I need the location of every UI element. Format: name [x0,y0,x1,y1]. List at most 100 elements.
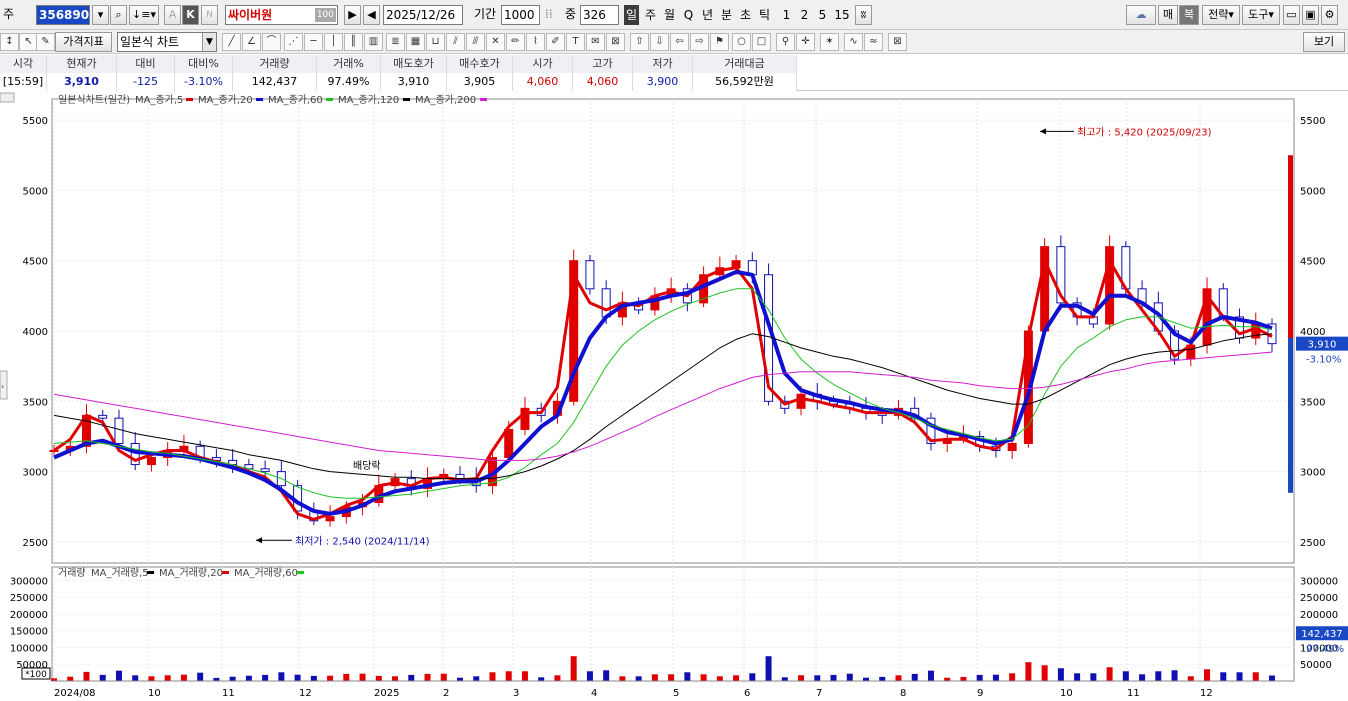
wave-a-icon[interactable]: ∿ [844,33,863,51]
quote-value-8: 4,060 [513,73,573,91]
candle-body [585,260,595,290]
period-year[interactable]: 년 [700,5,715,25]
period-1[interactable]: 1 [779,5,794,25]
price-indicator-button[interactable]: 가격지표 [55,32,112,52]
edit-icon[interactable]: ✎ [36,33,55,51]
grid-tool-icon[interactable]: ▥ [364,33,383,51]
up-down-arrow-icon[interactable]: ↕ [0,33,19,51]
a-button[interactable]: A [164,5,181,25]
arrow-down-icon[interactable]: ⇩ [650,33,669,51]
x-axis-label: 11 [222,688,235,699]
stock-name-field[interactable]: 싸이버원 100 [225,5,338,25]
memo-icon[interactable]: ✉ [586,33,605,51]
marker-icon[interactable]: ✐ [546,33,565,51]
volume-tick-label-right: 300000 [1300,576,1338,587]
period-month[interactable]: 월 [662,5,677,25]
settings-icon[interactable]: ⚙ [1321,5,1338,25]
sort-button[interactable]: ↓≡▾ [129,5,159,25]
period-input[interactable]: 1000 [501,5,540,25]
wave-icon[interactable]: ʬ [855,5,872,25]
line-tool-icon[interactable]: ╱ [222,33,241,51]
period-5[interactable]: 5 [815,5,830,25]
brush-icon[interactable]: ⌇ [526,33,545,51]
circle-tool-icon[interactable]: ○ [732,33,751,51]
parallel-tool-icon[interactable]: ⫻ [466,33,485,51]
volume-bar [1171,670,1178,681]
vlines-tool-icon[interactable]: ║ [344,33,363,51]
k-button[interactable]: K [182,5,199,25]
next-arrow-icon[interactable]: ▶ [344,5,361,25]
quote-value-10: 3,900 [633,73,693,91]
single-button[interactable]: 매 [1158,5,1178,25]
period-day[interactable]: 일 [624,5,639,25]
quote-header-4: 거래량 [233,55,317,73]
n-button[interactable]: N [201,5,218,25]
quote-value-9: 4,060 [573,73,633,91]
magic-icon[interactable]: ✶ [820,33,839,51]
price-chart[interactable]: 5500 55005000 50004500 45004000 40003500 3500… [0,91,1348,701]
gann-tool-icon[interactable]: ✕ [486,33,505,51]
volume-bar [538,677,545,681]
angle-tool-icon[interactable]: ∠ [242,33,261,51]
crosshair-icon[interactable]: ✛ [796,33,815,51]
quote-header-10: 저가 [633,55,693,73]
multi-button[interactable]: 복 [1179,5,1199,25]
trend-tool-icon[interactable]: ⫽ [446,33,465,51]
wave-b-icon[interactable]: ≈ [864,33,883,51]
folder-icon[interactable]: ▭ [1283,5,1300,25]
view-button[interactable]: 보기 [1303,32,1345,52]
period-week[interactable]: 주 [643,5,658,25]
volume-tick-label-right: 50000 [1300,660,1332,671]
candle-body [1007,442,1017,452]
period-2[interactable]: 2 [797,5,812,25]
rect-tool-icon[interactable]: □ [752,33,771,51]
quote-header-3: 대비% [175,55,233,73]
text-tool-icon[interactable]: T [566,33,585,51]
volume-bar [1236,672,1243,681]
hline-tool-icon[interactable]: ─ [304,33,323,51]
x-axis-label: 9 [977,688,983,699]
price-tick-label-left: 2500 [23,538,48,549]
cloud-icon[interactable]: ☁ [1126,5,1156,25]
period-second[interactable]: 초 [738,5,753,25]
fan-tool-icon[interactable]: ⋰ [284,33,303,51]
count-input[interactable]: 326 [580,5,619,25]
price-tick-label-right: 5000 [1300,186,1325,197]
code-dropdown-button[interactable]: ▾ [92,5,109,25]
volume-bar [473,676,480,681]
chart-type-select[interactable]: 일본식 차트 ▼ [117,32,217,52]
close-tools-icon[interactable]: ⊠ [888,33,907,51]
pencil-icon[interactable]: ✏ [506,33,525,51]
volume-bar [375,675,382,681]
market-type-label: 주 [3,7,15,21]
volume-bar [164,675,171,681]
save-icon[interactable]: ▣ [1302,5,1319,25]
delete-tool-icon[interactable]: ⊠ [606,33,625,51]
stock-code-input[interactable]: 356890 [36,5,90,25]
vline-tool-icon[interactable]: │ [324,33,343,51]
date-input[interactable]: 2025/12/26 [383,5,463,25]
fib-tool-icon[interactable]: ≣ [386,33,405,51]
prev-arrow-icon[interactable]: ◀ [363,5,380,25]
flag-icon[interactable]: ⚑ [710,33,729,51]
volume-bar [245,675,252,681]
search-icon[interactable]: ⌕ [110,5,127,25]
period-quarter[interactable]: Q [681,5,696,25]
lowest-price-label: 최저가 : 2,540 (2024/11/14) [295,535,430,547]
period-15[interactable]: 15 [833,5,851,25]
channel-tool-icon[interactable]: ⊔ [426,33,445,51]
period-minute[interactable]: 분 [719,5,734,25]
zoom-icon[interactable]: ⚲ [776,33,795,51]
period-tick[interactable]: 틱 [757,5,772,25]
arrow-up-icon[interactable]: ⇧ [630,33,649,51]
arrow-left-icon[interactable]: ⇦ [670,33,689,51]
volume-bar [1090,673,1097,681]
volume-bar [359,673,366,681]
tools-button[interactable]: 도구▾ [1242,5,1280,25]
chevron-down-icon[interactable]: ▼ [202,33,216,51]
cycle-tool-icon[interactable]: ▦ [406,33,425,51]
quote-value-2: -125 [117,73,175,91]
strategy-button[interactable]: 전략▾ [1202,5,1240,25]
arc-tool-icon[interactable]: ⌒ [262,33,281,51]
arrow-right-icon[interactable]: ⇨ [690,33,709,51]
